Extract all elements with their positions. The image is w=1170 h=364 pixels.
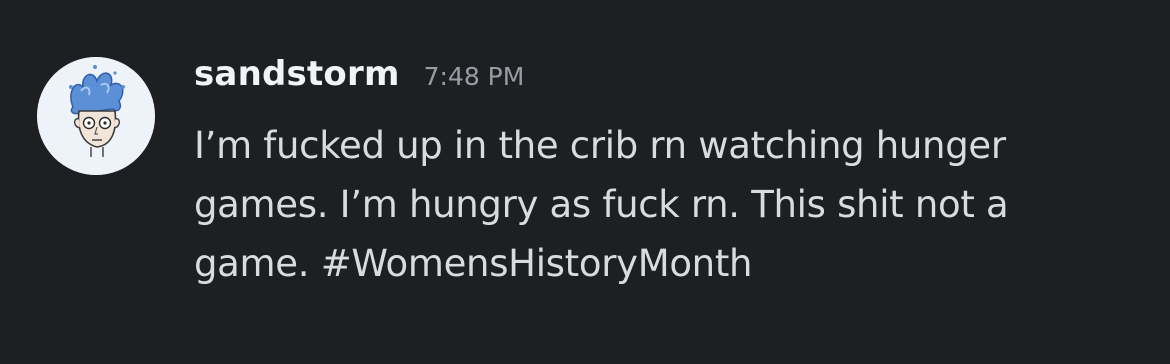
- chat-message: sandstorm 7:48 PM I’m fucked up in the c…: [0, 0, 1170, 364]
- user-avatar[interactable]: [37, 57, 155, 175]
- username[interactable]: sandstorm: [194, 54, 400, 94]
- message-line: game. #WomensHistoryMonth: [194, 242, 753, 285]
- message-line: I’m fucked up in the crib rn watching hu…: [194, 124, 1006, 167]
- message-content: I’m fucked up in the crib rn watching hu…: [194, 116, 1134, 293]
- message-header: sandstorm 7:48 PM: [194, 54, 524, 104]
- message-timestamp: 7:48 PM: [423, 62, 525, 91]
- message-line: games. I’m hungry as fuck rn. This shit …: [194, 183, 1009, 226]
- cartoon-face-avatar-icon: [37, 57, 155, 175]
